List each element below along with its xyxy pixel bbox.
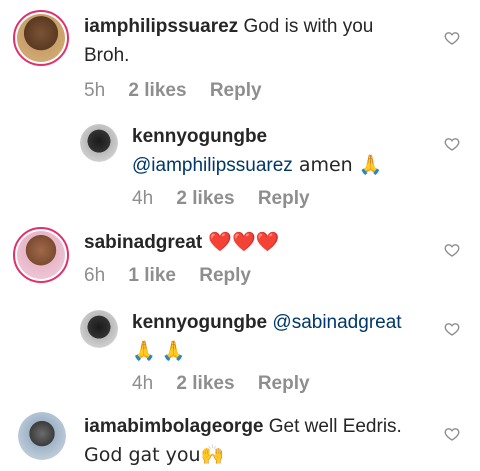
comment-likes[interactable]: 2 likes: [176, 188, 234, 209]
comment-username[interactable]: iamphilipssuarez: [84, 16, 238, 37]
comment-username[interactable]: sabinadgreat: [84, 232, 202, 253]
comment-body-line2: God gat you🙌: [84, 444, 225, 466]
comment-item: kennyogungbe @iamphilipssuarez amen 🙏 4h…: [0, 110, 480, 215]
comment-body: ❤️❤️❤️: [202, 231, 280, 253]
comment-item: kennyogungbe @sabinadgreat 🙏 🙏 4h 2 like…: [0, 305, 480, 400]
profile-avatar-icon: [80, 310, 118, 348]
comment-text: iamabimbolageorge Get well Eedris. God g…: [84, 412, 434, 470]
comment-body-line2: Broh.: [84, 45, 130, 66]
comment-time: 5h: [84, 80, 106, 101]
heart-outline-icon[interactable]: [444, 30, 460, 46]
comment-meta: 6h 1 like Reply: [84, 265, 269, 287]
comment-time: 4h: [132, 188, 154, 209]
profile-avatar-icon: [18, 412, 66, 460]
comment-text: kennyogungbe @sabinadgreat 🙏 🙏: [132, 308, 432, 366]
comment-body: God is with you: [238, 16, 374, 37]
comment-meta: 4h 2 likes Reply: [132, 373, 328, 395]
comment-text: iamphilipssuarez God is with you Broh.: [84, 12, 424, 70]
comment-body-line2: 🙏 🙏: [132, 340, 186, 362]
reply-button[interactable]: Reply: [258, 188, 310, 209]
profile-avatar[interactable]: [13, 227, 69, 283]
comment-item: sabinadgreat ❤️❤️❤️ 6h 1 like Reply: [0, 215, 480, 305]
comment-time: 6h: [84, 265, 106, 286]
comment-username[interactable]: kennyogungbe: [132, 312, 267, 333]
comment-time: 4h: [132, 373, 154, 394]
heart-outline-icon[interactable]: [444, 242, 460, 258]
profile-avatar[interactable]: [13, 10, 69, 66]
profile-avatar-icon: [17, 14, 65, 62]
comment-username[interactable]: kennyogungbe: [132, 126, 267, 147]
profile-avatar[interactable]: [80, 124, 118, 162]
profile-avatar-icon: [17, 231, 65, 279]
comment-body: Get well Eedris.: [263, 416, 402, 437]
profile-avatar[interactable]: [18, 412, 66, 460]
comment-likes[interactable]: 2 likes: [176, 373, 234, 394]
comment-text: sabinadgreat ❤️❤️❤️: [84, 228, 424, 257]
comment-mention[interactable]: @iamphilipssuarez: [132, 155, 293, 176]
reply-button[interactable]: Reply: [210, 80, 262, 101]
comment-text: kennyogungbe @iamphilipssuarez amen 🙏: [132, 122, 432, 180]
comment-mention[interactable]: @sabinadgreat: [272, 312, 401, 333]
comment-likes[interactable]: 2 likes: [128, 80, 186, 101]
comment-likes[interactable]: 1 like: [128, 265, 176, 286]
comment-meta: 5h 2 likes Reply: [84, 80, 280, 102]
profile-avatar-icon: [80, 124, 118, 162]
profile-avatar[interactable]: [80, 310, 118, 348]
comment-meta: 4h 2 likes Reply: [132, 188, 328, 210]
comment-item: iamphilipssuarez God is with you Broh. 5…: [0, 0, 480, 110]
heart-outline-icon[interactable]: [444, 136, 460, 152]
comment-item: iamabimbolageorge Get well Eedris. God g…: [0, 400, 480, 471]
reply-button[interactable]: Reply: [258, 373, 310, 394]
comment-username[interactable]: iamabimbolageorge: [84, 416, 264, 437]
heart-outline-icon[interactable]: [444, 426, 460, 442]
comment-body: amen 🙏: [292, 154, 383, 176]
heart-outline-icon[interactable]: [444, 321, 460, 337]
reply-button[interactable]: Reply: [199, 265, 251, 286]
